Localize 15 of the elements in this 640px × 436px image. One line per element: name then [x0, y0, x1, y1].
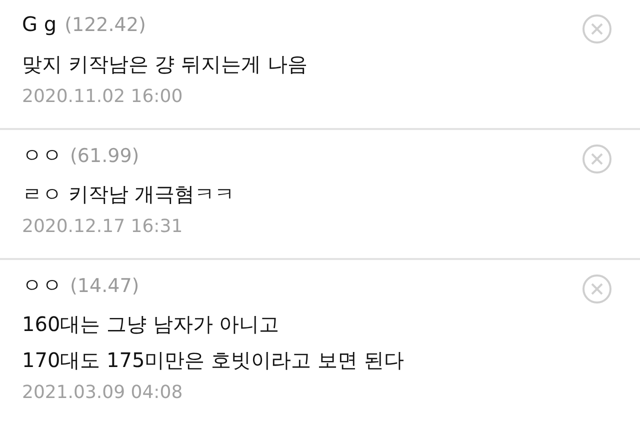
comment-text: 맞지 키작남은 걍 뒤지는게 나음	[22, 51, 308, 78]
comment-text: 160대는 그냥 남자가 아니고 170대도 175미만은 호빗이라고 보면 된다	[22, 311, 405, 374]
close-icon[interactable]	[582, 14, 612, 44]
author-name: ㅇㅇ	[22, 142, 62, 169]
author-score: (61.99)	[70, 145, 140, 167]
author-score: (14.47)	[70, 275, 140, 297]
close-icon[interactable]	[582, 274, 612, 304]
comment-date: 2020.11.02 16:00	[22, 85, 184, 109]
author-name: ㅇㅇ	[22, 272, 62, 299]
author-name: G g	[22, 12, 57, 36]
comment-date: 2020.12.17 16:31	[22, 215, 184, 239]
author-score: (122.42)	[64, 14, 146, 36]
comment-text: ㄹㅇ 키작남 개극혐ㅋㅋ	[22, 181, 236, 208]
close-icon[interactable]	[582, 144, 612, 174]
comment-date: 2021.03.09 04:08	[22, 381, 184, 405]
